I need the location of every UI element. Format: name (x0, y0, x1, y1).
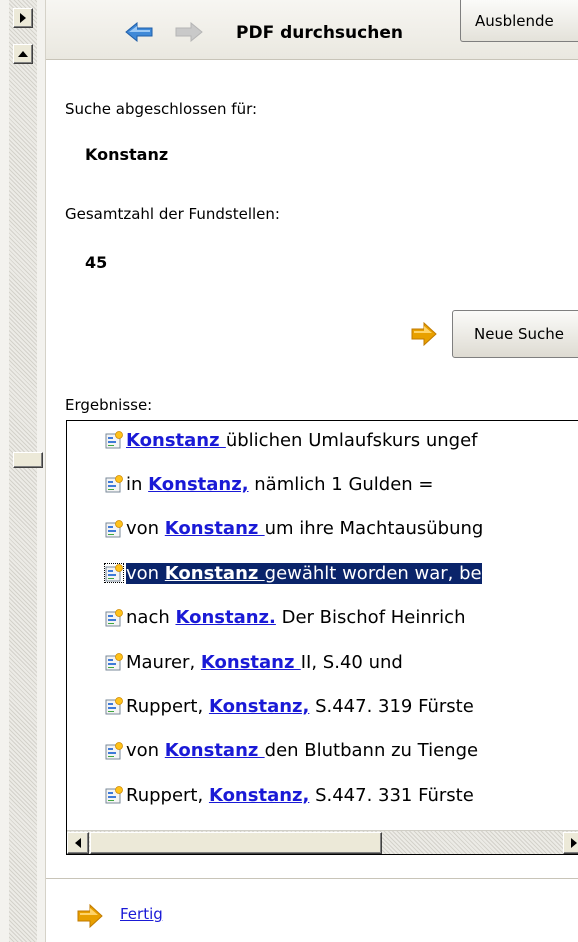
search-result-icon (105, 653, 123, 671)
panel-title: PDF durchsuchen (236, 23, 403, 43)
result-match-term[interactable]: Konstanz (165, 563, 265, 584)
result-context-after: Der Bischof Heinrich (275, 607, 466, 629)
result-item[interactable]: Maurer, Konstanz II, S.40 und (67, 644, 578, 680)
triangle-right-icon (571, 838, 577, 848)
result-match-term[interactable]: Konstanz (165, 518, 265, 539)
result-context-before: Ruppert, (126, 784, 209, 806)
result-match-term[interactable]: Konstanz (126, 430, 226, 451)
arrow-left-icon[interactable] (124, 22, 154, 42)
arrow-right-icon[interactable] (174, 22, 204, 42)
scroll-right-button[interactable] (563, 832, 578, 854)
scroll-left-button[interactable] (67, 832, 89, 854)
result-context-before: Ruppert, (126, 695, 209, 717)
result-context-before: von (126, 562, 165, 584)
result-match-term[interactable]: Konstanz, (209, 785, 309, 806)
result-text: von Konstanz gewählt worden war, be (126, 562, 482, 584)
results-list: Konstanz üblichen Umlaufskurs ungef in Ko… (66, 420, 578, 855)
left-scroll-track[interactable] (9, 0, 37, 942)
result-text: Ruppert, Konstanz, S.447. 331 Fürste (126, 785, 474, 806)
arrow-right-icon (77, 904, 103, 928)
result-item[interactable]: in Konstanz, nämlich 1 Gulden = (67, 466, 578, 502)
result-item[interactable]: Ruppert, Konstanz, S.447. 319 Fürste (67, 688, 578, 724)
result-context-after: den Blutbann zu Tienge (264, 740, 479, 762)
total-count-value: 45 (85, 253, 108, 272)
result-match-term[interactable]: Konstanz (201, 652, 301, 673)
horizontal-scrollbar[interactable] (67, 830, 578, 854)
result-item[interactable]: von Konstanz den Blutbann zu Tienge (67, 733, 578, 769)
total-count-label: Gesamtzahl der Fundstellen: (65, 205, 280, 223)
result-context-before: von (126, 740, 165, 762)
result-context-after: um ihre Machtausübung (264, 518, 484, 540)
left-scroll-thumb[interactable] (13, 452, 43, 468)
result-text: von Konstanz um ihre Machtausübung (126, 518, 483, 539)
result-context-before: in (126, 473, 149, 495)
result-text: Konstanz üblichen Umlaufskurs ungef (126, 430, 477, 451)
result-item[interactable]: von Konstanz um ihre Machtausübung (67, 511, 578, 547)
result-text: nach Konstanz. Der Bischof Heinrich (126, 607, 465, 628)
result-context-before: von (126, 518, 165, 540)
search-query-value: Konstanz (85, 145, 169, 164)
search-result-icon (105, 475, 123, 493)
search-result-icon (105, 431, 123, 449)
result-match-term[interactable]: Konstanz, (209, 696, 309, 717)
result-context-after: üblichen Umlaufskurs ungef (225, 429, 478, 451)
result-context-after: II, S.40 und (300, 651, 403, 673)
result-match-term[interactable]: Konstanz (165, 740, 265, 761)
search-result-icon (105, 608, 123, 627)
search-result-icon (104, 563, 124, 584)
triangle-right-icon (20, 13, 26, 23)
result-text: in Konstanz, nämlich 1 Gulden = (126, 474, 434, 495)
result-match-term[interactable]: Konstanz, (148, 474, 248, 495)
scroll-up-button[interactable] (13, 44, 33, 64)
expand-panel-button[interactable] (13, 8, 33, 28)
triangle-left-icon (75, 838, 81, 848)
result-context-after: S.447. 331 Fürste (309, 784, 474, 806)
result-text: von Konstanz den Blutbann zu Tienge (126, 740, 478, 761)
triangle-up-icon (18, 51, 28, 57)
result-text: Maurer, Konstanz II, S.40 und (126, 652, 403, 673)
result-text: Ruppert, Konstanz, S.447. 319 Fürste (126, 696, 474, 717)
search-result-icon (105, 519, 123, 538)
search-result-icon (105, 741, 123, 760)
footer-divider (46, 878, 578, 879)
results-label: Ergebnisse: (65, 396, 153, 414)
result-item[interactable]: Konstanz üblichen Umlaufskurs ungef (67, 422, 578, 458)
search-result-icon (105, 786, 123, 804)
done-link[interactable]: Fertig (120, 905, 163, 923)
new-search-button[interactable]: Neue Suche (452, 310, 578, 358)
result-item[interactable]: von Konstanz gewählt worden war, be (67, 555, 578, 591)
result-context-before: nach (126, 607, 176, 629)
result-item[interactable]: nach Konstanz. Der Bischof Heinrich (67, 600, 578, 636)
result-context-after: nämlich 1 Gulden = (248, 473, 434, 495)
result-match-term[interactable]: Konstanz. (175, 607, 275, 628)
result-item[interactable]: Ruppert, Konstanz, S.447. 331 Fürste (67, 777, 578, 813)
search-result-icon (105, 697, 123, 715)
horizontal-scroll-thumb[interactable] (90, 832, 382, 854)
arrow-right-icon (411, 322, 437, 346)
result-context-after: S.447. 319 Fürste (309, 695, 474, 717)
result-context-before: Maurer, (126, 651, 201, 673)
hide-button[interactable]: Ausblende (460, 0, 578, 42)
search-completed-label: Suche abgeschlossen für: (65, 100, 258, 118)
result-context-after: gewählt worden war, be (264, 562, 482, 584)
left-splitter (0, 0, 46, 942)
toolbar: PDF durchsuchen Ausblende (46, 0, 578, 60)
